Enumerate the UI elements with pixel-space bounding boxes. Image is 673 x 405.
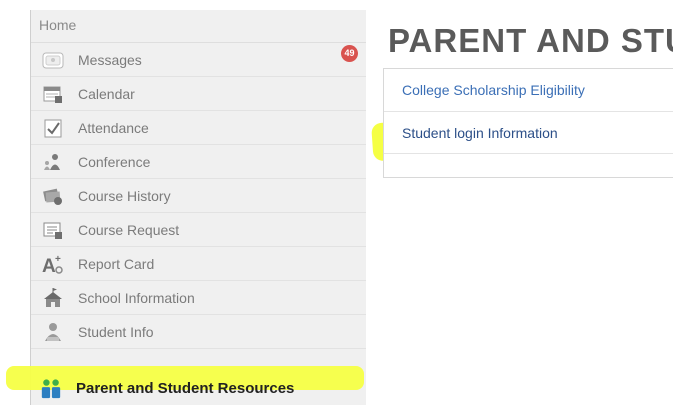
page: Home Messages 49 Calendar Attendance Con… [0,0,673,405]
sidebar-item-calendar[interactable]: Calendar [31,77,366,111]
messages-count-badge: 49 [341,45,358,62]
sidebar-item-label: Course History [78,187,171,204]
college-scholarship-eligibility-link[interactable]: College Scholarship Eligibility [402,82,585,98]
sidebar-home[interactable]: Home [31,10,366,43]
school-information-icon [42,287,64,309]
sidebar-item-label: Calendar [78,85,135,102]
sidebar-item-label: Messages [78,51,142,68]
list-item [384,153,673,176]
page-title: PARENT AND STU [388,22,673,59]
sidebar-item-course-history[interactable]: Course History [31,179,366,213]
report-card-icon: A + [42,253,64,275]
sidebar-item-messages[interactable]: Messages 49 [31,43,366,77]
list-item: College Scholarship Eligibility [384,69,673,112]
sidebar-item-label: Report Card [78,255,155,272]
svg-text:A: A [42,256,56,275]
sidebar-item-label: Course Request [78,221,180,238]
attendance-icon [42,117,64,139]
sidebar-item-label: Conference [78,153,151,170]
sidebar-item-student-info[interactable]: Student Info [31,315,366,349]
sidebar-item-parent-and-student-resources[interactable]: Parent and Student Resources [29,372,361,405]
course-request-icon [42,219,64,241]
sidebar: Home Messages 49 Calendar Attendance Con… [30,10,366,405]
svg-text:+: + [55,254,61,265]
sidebar-item-school-information[interactable]: School Information [31,281,366,315]
list-item: Student login Information [384,111,673,154]
messages-icon [42,49,64,71]
sidebar-item-label: Student Info [78,323,154,340]
sidebar-item-attendance[interactable]: Attendance [31,111,366,145]
calendar-icon [42,83,64,105]
sidebar-item-conference[interactable]: Conference [31,145,366,179]
conference-icon [42,151,64,173]
course-history-icon [42,185,64,207]
sidebar-item-label: Parent and Student Resources [76,380,295,397]
parent-student-resources-icon [40,378,62,400]
sidebar-item-report-card[interactable]: A + Report Card [31,247,366,281]
student-login-information-link[interactable]: Student login Information [402,125,558,141]
sidebar-item-label: Attendance [78,119,149,136]
student-info-icon [42,321,64,343]
sidebar-item-course-request[interactable]: Course Request [31,213,366,247]
sidebar-item-label: School Information [78,289,195,306]
resources-panel: College Scholarship Eligibility Student … [383,68,673,178]
